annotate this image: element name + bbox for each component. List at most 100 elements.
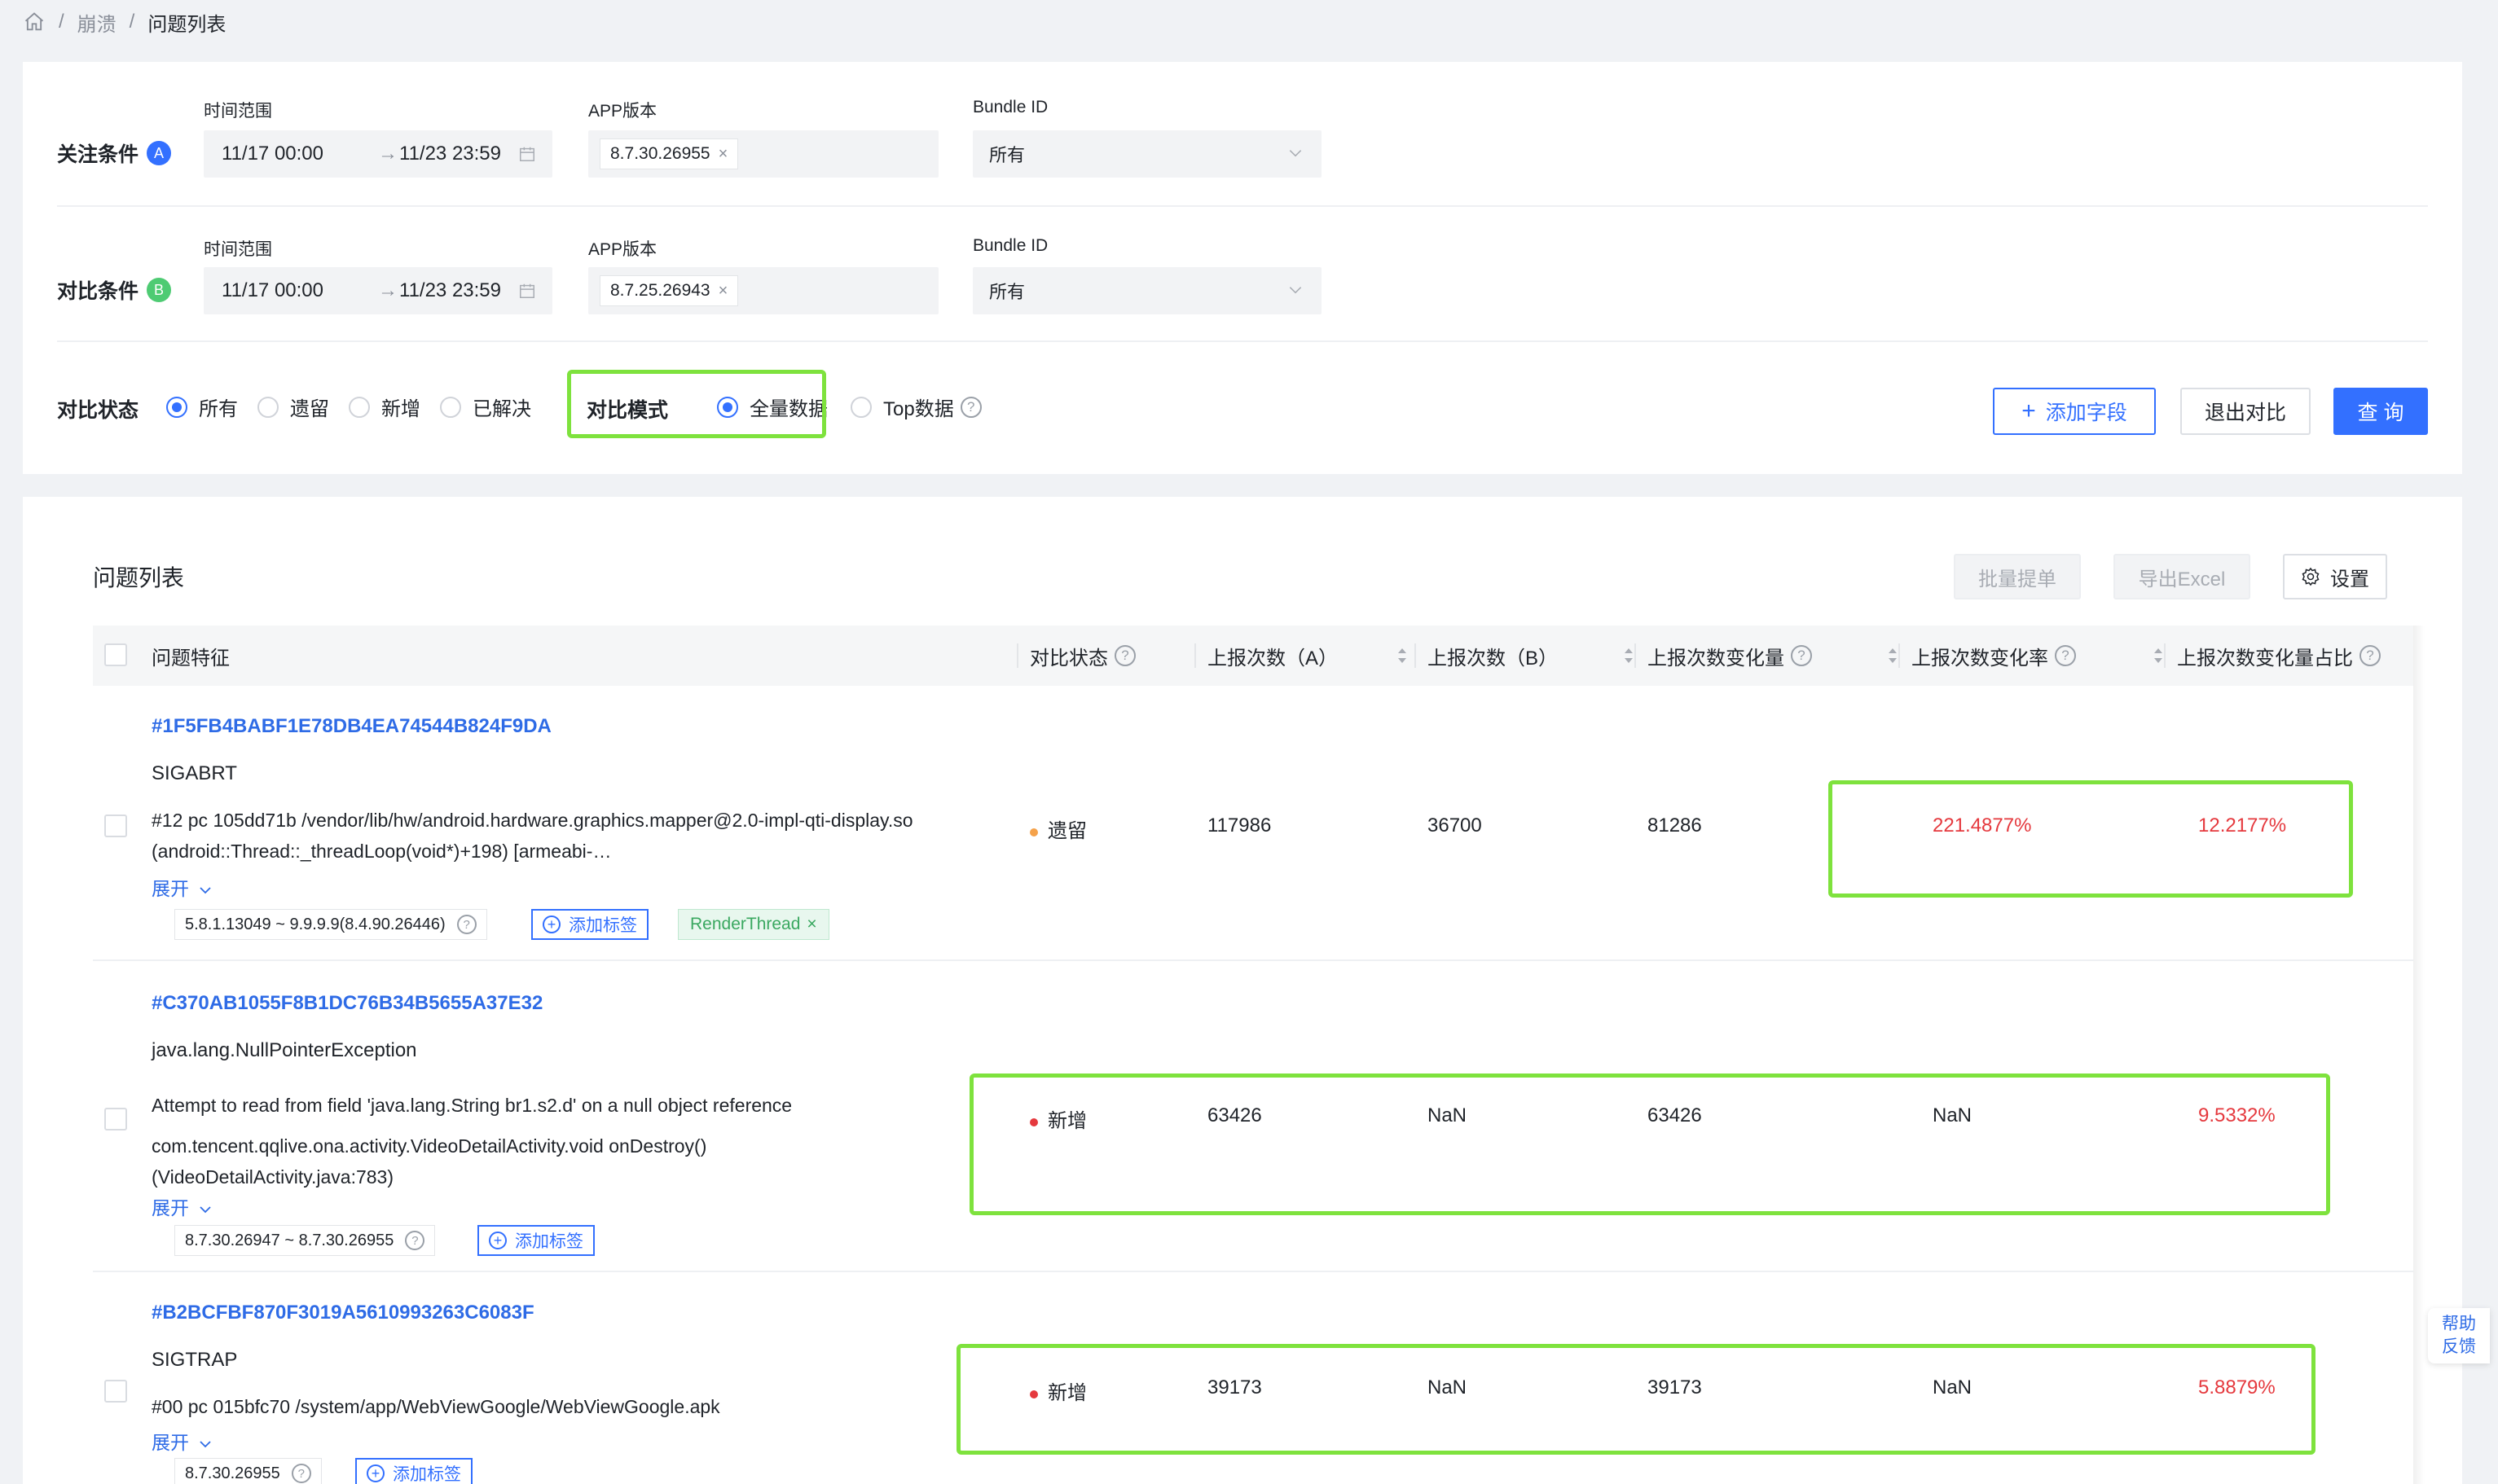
status-text: 新增 xyxy=(1048,1382,1087,1404)
gear-icon xyxy=(2302,567,2320,586)
status-text: 遗留 xyxy=(1048,820,1087,842)
radio-all[interactable] xyxy=(166,396,187,418)
help-icon[interactable]: ? xyxy=(1791,645,1812,666)
table-row[interactable]: #1F5FB4BABF1E78DB4EA74544B824F9DA SIGABR… xyxy=(93,686,2413,961)
help-icon[interactable]: ? xyxy=(960,396,982,418)
radio-legacy[interactable] xyxy=(257,396,279,418)
condition-a-label: 关注条件 A xyxy=(57,138,172,168)
expand-link[interactable]: 展开 xyxy=(152,873,212,901)
divider xyxy=(57,340,2428,342)
breadcrumb-crash[interactable]: 崩溃 xyxy=(77,8,117,37)
time-start: 11/17 00:00 xyxy=(222,279,324,301)
status-dot xyxy=(1030,828,1038,836)
time-range-picker-b[interactable]: 11/17 00:00 → 11/23 23:59 xyxy=(204,267,552,314)
table-row[interactable]: #C370AB1055F8B1DC76B34B5655A37E32 java.l… xyxy=(93,961,2413,1272)
app-version-select-a[interactable]: 8.7.30.26955 × xyxy=(588,130,939,178)
count-b-cell: 36700 xyxy=(1427,814,1482,836)
status-text: 新增 xyxy=(1048,1110,1087,1132)
table-row[interactable]: #B2BCFBF870F3019A5610993263C6083F SIGTRA… xyxy=(93,1272,2413,1484)
compare-status-cell: 新增 xyxy=(1030,1376,1087,1405)
add-tag-button[interactable]: + 添加标签 xyxy=(355,1458,473,1484)
issue-list-panel: 问题列表 批量提单 导出Excel 设置 问题特征 对比状态 ? 上报次数（A）… xyxy=(23,497,2462,1484)
compare-mode-radio-group: 全量数据 Top数据 ? xyxy=(717,393,982,421)
issue-id-link[interactable]: #C370AB1055F8B1DC76B34B5655A37E32 xyxy=(152,992,543,1015)
radio-resolved[interactable] xyxy=(440,396,461,418)
radio-new-label[interactable]: 新增 xyxy=(381,393,420,421)
chevron-down-icon xyxy=(1289,287,1302,294)
issue-id-link[interactable]: #B2BCFBF870F3019A5610993263C6083F xyxy=(152,1302,534,1324)
help-feedback-button[interactable]: 帮助 反馈 xyxy=(2428,1308,2490,1363)
time-range-picker-a[interactable]: 11/17 00:00 → 11/23 23:59 xyxy=(204,130,552,178)
issue-description-line: (android::Thread::_threadLoop(void*)+198… xyxy=(152,841,612,862)
radio-full-data-label[interactable]: 全量数据 xyxy=(750,393,828,421)
query-button[interactable]: 查 询 xyxy=(2333,388,2428,435)
bundle-id-select-a[interactable]: 所有 xyxy=(973,130,1322,178)
close-icon[interactable]: × xyxy=(719,145,728,164)
close-icon[interactable]: × xyxy=(719,282,728,301)
status-dot xyxy=(1030,1390,1038,1398)
expand-link[interactable]: 展开 xyxy=(152,1192,212,1220)
expand-link[interactable]: 展开 xyxy=(152,1427,212,1455)
radio-legacy-label[interactable]: 遗留 xyxy=(290,393,329,421)
row-checkbox[interactable] xyxy=(104,814,127,837)
export-excel-button[interactable]: 导出Excel xyxy=(2113,554,2250,599)
count-a-cell: 117986 xyxy=(1207,814,1272,836)
sort-icon[interactable] xyxy=(1887,646,1898,665)
time-arrow: → xyxy=(378,143,398,165)
issue-id-link[interactable]: #1F5FB4BABF1E78DB4EA74544B824F9DA xyxy=(152,715,552,738)
radio-full-data[interactable] xyxy=(717,396,738,418)
rate-cell: NaN xyxy=(1933,1376,1972,1398)
column-separator xyxy=(1194,643,1196,668)
add-tag-button[interactable]: + 添加标签 xyxy=(477,1225,595,1256)
help-icon[interactable]: ? xyxy=(2359,645,2381,666)
column-count-b[interactable]: 上报次数（B） xyxy=(1427,626,1647,686)
chevron-down-icon xyxy=(200,887,212,894)
share-cell: 12.2177% xyxy=(2198,814,2287,836)
sort-icon[interactable] xyxy=(1623,646,1634,665)
add-tag-label: 添加标签 xyxy=(569,916,637,935)
bundle-id-value: 所有 xyxy=(989,282,1026,302)
exit-compare-button[interactable]: 退出对比 xyxy=(2180,388,2311,435)
count-a-cell: 63426 xyxy=(1207,1104,1262,1126)
column-delta[interactable]: 上报次数变化量 ? xyxy=(1647,626,1911,686)
sort-icon[interactable] xyxy=(1396,646,1408,665)
help-icon[interactable]: ? xyxy=(405,1231,425,1250)
select-all-checkbox[interactable] xyxy=(104,643,127,666)
radio-all-label[interactable]: 所有 xyxy=(199,393,238,421)
version-tag: 8.7.25.26943 × xyxy=(600,275,739,306)
add-tag-button[interactable]: + 添加标签 xyxy=(531,909,649,940)
column-rate[interactable]: 上报次数变化率 ? xyxy=(1911,626,2177,686)
version-range-tag: 8.7.30.26955 ? xyxy=(174,1458,322,1484)
help-feedback-line: 帮助 xyxy=(2442,1315,2476,1333)
help-icon[interactable]: ? xyxy=(291,1464,311,1483)
app-version-select-b[interactable]: 8.7.25.26943 × xyxy=(588,267,939,314)
close-icon[interactable]: × xyxy=(807,915,816,934)
bundle-id-select-b[interactable]: 所有 xyxy=(973,267,1322,314)
column-separator xyxy=(2164,643,2166,668)
share-cell: 5.8879% xyxy=(2198,1376,2276,1398)
radio-new[interactable] xyxy=(349,396,370,418)
issue-type: SIGTRAP xyxy=(152,1349,238,1371)
help-icon[interactable]: ? xyxy=(2055,645,2076,666)
sort-icon[interactable] xyxy=(2153,646,2164,665)
time-end: 11/23 23:59 xyxy=(399,143,502,165)
radio-top-data-label[interactable]: Top数据 xyxy=(883,393,954,421)
condition-a-text: 关注条件 xyxy=(57,143,139,166)
help-icon[interactable]: ? xyxy=(1115,645,1136,666)
row-checkbox[interactable] xyxy=(104,1108,127,1131)
version-range-tag: 8.7.30.26947 ~ 8.7.30.26955 ? xyxy=(174,1225,436,1256)
row-checkbox[interactable] xyxy=(104,1380,127,1403)
compare-status-cell: 遗留 xyxy=(1030,814,1087,843)
app-version-label: APP版本 xyxy=(588,102,657,121)
radio-top-data[interactable] xyxy=(851,396,872,418)
column-count-b-label: 上报次数（B） xyxy=(1427,647,1559,670)
help-icon[interactable]: ? xyxy=(456,915,477,934)
batch-submit-button[interactable]: 批量提单 xyxy=(1954,554,2081,599)
radio-resolved-label[interactable]: 已解决 xyxy=(473,393,531,421)
column-count-a[interactable]: 上报次数（A） xyxy=(1207,626,1421,686)
settings-button[interactable]: 设置 xyxy=(2283,554,2387,599)
home-icon[interactable] xyxy=(23,11,46,33)
compare-options-row: 对比状态 所有 遗留 新增 已解决 对比模式 全量数据 Top数据 ? + 添加… xyxy=(23,362,2462,451)
add-field-button[interactable]: + 添加字段 xyxy=(1993,388,2156,435)
bundle-id-value: 所有 xyxy=(989,145,1026,165)
